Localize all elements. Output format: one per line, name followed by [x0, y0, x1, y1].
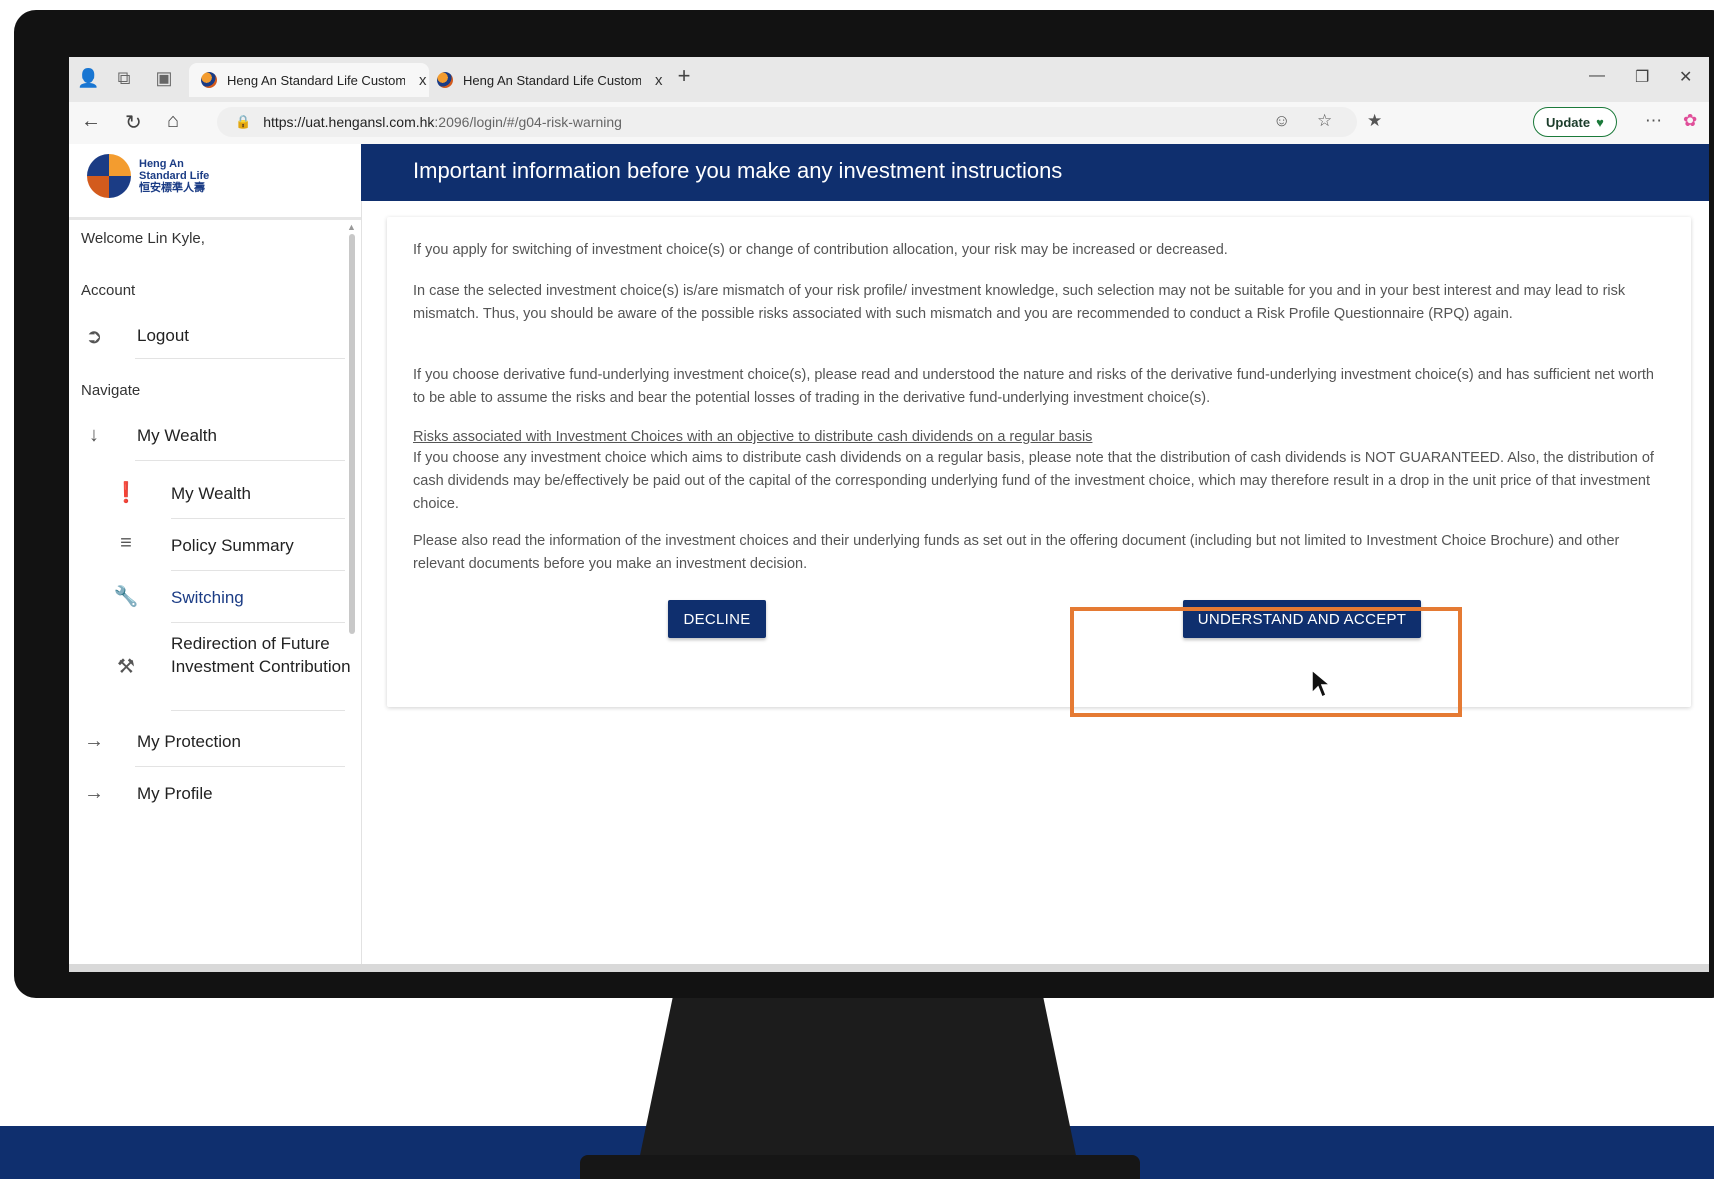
risk-paragraph-2: In case the selected investment choice(s…	[413, 283, 1626, 322]
more-menu-icon[interactable]: ⋯	[1645, 111, 1662, 131]
account-heading: Account	[81, 282, 136, 299]
decline-button[interactable]: DECLINE	[668, 600, 766, 638]
logo-line3: 恒安標準人壽	[139, 182, 205, 194]
copilot-icon[interactable]: ✿	[1683, 111, 1697, 131]
sidebar-item-policy-summary[interactable]: ≡ Policy Summary	[109, 522, 351, 568]
favorites-list-icon[interactable]: ★	[1367, 111, 1382, 131]
tab-bar: 👤 ⧉ ▣ Heng An Standard Life Customer x H…	[69, 57, 1709, 102]
workspaces-icon[interactable]: ⧉	[113, 67, 135, 89]
redirection-label: Redirection of Future Investment Contrib…	[171, 634, 351, 676]
browser-window: 👤 ⧉ ▣ Heng An Standard Life Customer x H…	[69, 57, 1709, 972]
logout-icon: ➲	[85, 326, 103, 348]
tab-customer-portal-1[interactable]: Heng An Standard Life Customer x	[189, 63, 429, 97]
dividend-paragraph: If you choose any investment choice whic…	[413, 450, 1654, 512]
minimize-icon[interactable]: —	[1589, 67, 1605, 85]
logo-line2: Standard Life	[139, 170, 210, 182]
page-header: Important information before you make an…	[361, 144, 1709, 201]
divider	[171, 570, 345, 571]
logo-mark-icon	[87, 154, 131, 198]
tab-actions-icon[interactable]: ▣	[153, 67, 175, 89]
company-logo[interactable]: Heng An Standard Life 恒安標準人壽	[87, 154, 209, 198]
sidebar-item-my-wealth-group[interactable]: ↓ My Wealth	[81, 414, 351, 458]
url-field[interactable]: 🔒 https://uat.hengansl.com.hk :2096/logi…	[217, 107, 1357, 137]
arrow-right-icon: →	[84, 730, 104, 752]
tab-customer-portal-2[interactable]: Heng An Standard Life Customer x	[425, 63, 665, 97]
arrow-right-icon: →	[84, 782, 104, 804]
risk-paragraph-1: If you apply for switching of investment…	[413, 242, 1228, 258]
logout-label: Logout	[137, 326, 189, 345]
list-icon: ≡	[120, 532, 132, 554]
divider	[171, 622, 345, 623]
sidebar-item-my-profile[interactable]: → My Profile	[81, 772, 351, 816]
mouse-cursor-icon	[1311, 669, 1331, 699]
switching-label: Switching	[171, 588, 244, 607]
closing-paragraph: Please also read the information of the …	[413, 533, 1620, 572]
dividend-risk-link[interactable]: Risks associated with Investment Choices…	[413, 426, 1663, 449]
back-icon[interactable]: ←	[81, 110, 101, 133]
highlight-box	[1070, 607, 1462, 717]
home-icon[interactable]: ⌂	[167, 110, 179, 133]
monitor-stand-base	[580, 1155, 1140, 1179]
navigate-heading: Navigate	[81, 382, 141, 399]
update-button[interactable]: Update ♥	[1533, 107, 1617, 137]
wrench-icon: 🔧	[113, 586, 139, 608]
scroll-up-icon[interactable]: ▲	[347, 222, 356, 232]
favicon-icon	[437, 72, 453, 88]
profile-icon[interactable]: 👤	[77, 67, 99, 89]
my-protection-label: My Protection	[137, 732, 241, 751]
url-host: https://uat.hengansl.com.hk	[263, 114, 435, 130]
tab-title: Heng An Standard Life Customer	[227, 72, 405, 88]
favorite-star-icon[interactable]: ☆	[1317, 111, 1332, 131]
screen-bottom-edge	[69, 964, 1709, 972]
divider	[171, 518, 345, 519]
arrow-down-icon: ↓	[89, 424, 99, 446]
lock-icon: 🔒	[235, 114, 252, 129]
monitor-frame: 👤 ⧉ ▣ Heng An Standard Life Customer x H…	[14, 10, 1714, 998]
restore-icon[interactable]: ❐	[1635, 67, 1649, 87]
update-label: Update	[1546, 114, 1591, 130]
my-profile-label: My Profile	[137, 784, 213, 803]
sidebar: Heng An Standard Life 恒安標準人壽 ▲ Welcome L…	[69, 144, 362, 964]
favicon-icon	[201, 72, 217, 88]
divider	[69, 217, 361, 220]
address-bar: ← ↻ ⌂ 🔒 https://uat.hengansl.com.hk :209…	[69, 102, 1709, 145]
logo-line1: Heng An	[139, 158, 184, 170]
policy-summary-label: Policy Summary	[171, 536, 294, 555]
divider	[171, 710, 345, 711]
divider	[135, 358, 345, 359]
page-title: Important information before you make an…	[413, 158, 1063, 183]
risk-paragraph-3: If you choose derivative fund-underlying…	[413, 367, 1654, 406]
update-heart-icon: ♥	[1596, 114, 1604, 130]
new-tab-button[interactable]: +	[673, 65, 695, 87]
welcome-text: Welcome Lin Kyle,	[81, 230, 205, 247]
tools-icon: ⚒	[117, 656, 135, 678]
alert-circle-icon: ❗	[113, 482, 139, 504]
divider	[135, 766, 345, 767]
risk-warning-card: If you apply for switching of investment…	[387, 217, 1691, 707]
logo-text: Heng An Standard Life 恒安標準人壽	[139, 158, 209, 194]
close-window-icon[interactable]: ✕	[1679, 67, 1692, 87]
refresh-icon[interactable]: ↻	[125, 110, 142, 135]
logout-button[interactable]: ➲ Logout	[81, 316, 351, 356]
monitor-stand	[638, 995, 1078, 1165]
reader-mode-icon[interactable]: ☺	[1273, 111, 1290, 131]
close-tab-icon[interactable]: x	[655, 72, 663, 89]
sidebar-item-redirection[interactable]: ⚒ Redirection of Future Investment Contr…	[109, 626, 351, 704]
sidebar-item-my-wealth[interactable]: ❗ My Wealth	[109, 470, 351, 516]
tab-title: Heng An Standard Life Customer	[463, 72, 641, 88]
sidebar-item-my-protection[interactable]: → My Protection	[81, 720, 351, 764]
sidebar-item-switching[interactable]: 🔧 Switching	[109, 574, 351, 620]
url-path: :2096/login/#/g04-risk-warning	[434, 114, 622, 130]
my-wealth-group-label: My Wealth	[137, 426, 217, 445]
my-wealth-label: My Wealth	[171, 484, 251, 503]
divider	[135, 460, 345, 461]
